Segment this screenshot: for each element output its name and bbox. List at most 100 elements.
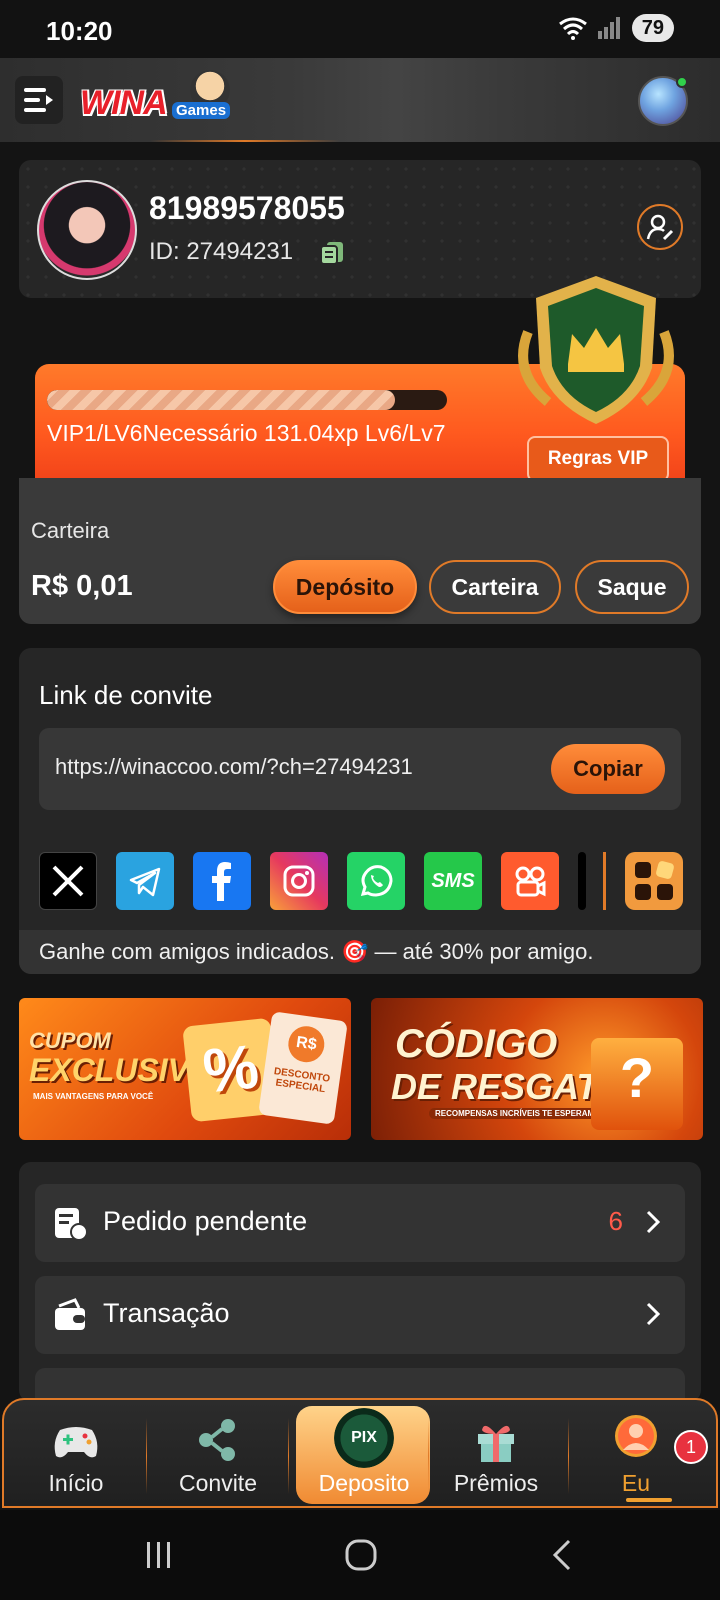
user-avatar[interactable] bbox=[37, 180, 137, 280]
nav-home[interactable]: Início bbox=[6, 1400, 146, 1508]
whatsapp-share-button[interactable] bbox=[347, 852, 405, 910]
instagram-share-button[interactable] bbox=[270, 852, 328, 910]
vip-progress-bar bbox=[47, 390, 447, 410]
more-share-partial[interactable] bbox=[578, 852, 586, 910]
exclusive-coupon-banner[interactable]: CUPOM EXCLUSIVO MAIS VANTAGENS PARA VOCÊ… bbox=[19, 998, 351, 1140]
gamepad-icon bbox=[54, 1427, 98, 1458]
online-indicator bbox=[676, 76, 688, 88]
invite-footer-text: Ganhe com amigos indicados. 🎯 — até 30% … bbox=[19, 930, 701, 974]
system-navigation-bar bbox=[0, 1510, 720, 1600]
telegram-icon bbox=[129, 867, 161, 897]
logo-text: WINA bbox=[80, 84, 168, 122]
menu-icon bbox=[24, 88, 53, 112]
withdraw-button[interactable]: Saque bbox=[575, 560, 689, 614]
user-id: ID: 27494231 bbox=[149, 238, 294, 265]
logo-subtext: Games bbox=[172, 102, 231, 119]
whatsapp-icon bbox=[360, 865, 393, 897]
coupon-ticket-text: DESCONTO ESPECIAL bbox=[273, 1066, 331, 1096]
kwai-icon bbox=[515, 866, 546, 897]
pix-label: PIX bbox=[351, 1429, 377, 1446]
wallet-balance: R$ 0,01 bbox=[31, 570, 133, 602]
deposit-button[interactable]: Depósito bbox=[273, 560, 417, 614]
invite-card: Link de convite https://winaccoo.com/?ch… bbox=[19, 648, 701, 974]
wallet-label: Carteira bbox=[31, 518, 110, 543]
nav-home-label: Início bbox=[48, 1470, 104, 1496]
header-avatar[interactable] bbox=[638, 76, 688, 126]
active-underline bbox=[626, 1498, 672, 1502]
gift-box: ? bbox=[591, 1038, 683, 1130]
nav-invite-label: Convite bbox=[179, 1470, 257, 1496]
vip-progress-fill bbox=[47, 390, 395, 410]
nav-deposit-label: Deposito bbox=[318, 1470, 410, 1496]
nav-separator bbox=[146, 1418, 147, 1494]
status-icons: 79 bbox=[558, 14, 674, 42]
edit-profile-button[interactable] bbox=[637, 204, 683, 250]
coupon-percent: % bbox=[199, 1032, 262, 1107]
app-logo[interactable]: WINA Games bbox=[76, 70, 236, 128]
gift-icon bbox=[478, 1425, 514, 1462]
telegram-share-button[interactable] bbox=[116, 852, 174, 910]
share-icon bbox=[199, 1419, 235, 1461]
status-time: 10:20 bbox=[46, 16, 113, 46]
home-icon[interactable] bbox=[344, 1538, 378, 1572]
vip-rules-button[interactable]: Regras VIP bbox=[527, 436, 669, 478]
transactions-label: Transação bbox=[103, 1298, 230, 1328]
invite-url: https://winaccoo.com/?ch=27494231 bbox=[55, 754, 413, 779]
copy-id-icon[interactable] bbox=[319, 240, 345, 266]
share-divider bbox=[603, 852, 606, 910]
facebook-icon bbox=[212, 862, 231, 901]
pending-order-icon bbox=[55, 1208, 88, 1241]
facebook-share-button[interactable] bbox=[193, 852, 251, 910]
coupon-ticket: R$ DESCONTO ESPECIAL bbox=[258, 1011, 348, 1125]
coupon-sub: MAIS VANTAGENS PARA VOCÊ bbox=[33, 1092, 154, 1101]
copy-link-button[interactable]: Copiar bbox=[551, 744, 665, 794]
notification-badge: 1 bbox=[674, 1430, 708, 1464]
bottom-navigation: Início Convite PIX Deposito Prêmios Eu 1 bbox=[2, 1398, 718, 1508]
recent-apps-icon[interactable] bbox=[144, 1540, 174, 1570]
apps-grid-icon bbox=[635, 861, 674, 900]
redeem-line1: CÓDIGO bbox=[395, 1022, 558, 1066]
signal-icon bbox=[597, 17, 620, 39]
coupon-currency: R$ bbox=[286, 1023, 327, 1065]
redeem-code-banner[interactable]: CÓDIGO DE RESGATE RECOMPENSAS INCRÍVEIS … bbox=[371, 998, 703, 1140]
pix-icon: PIX bbox=[334, 1408, 394, 1468]
nav-rewards-label: Prêmios bbox=[453, 1470, 539, 1496]
more-apps-button[interactable] bbox=[625, 852, 683, 910]
kwai-share-button[interactable] bbox=[501, 852, 559, 910]
nav-me-label: Eu bbox=[621, 1470, 651, 1496]
menu-row-partial[interactable] bbox=[35, 1368, 685, 1402]
wifi-icon bbox=[558, 17, 587, 40]
vip-shield-icon bbox=[518, 276, 674, 424]
account-menu: Pedido pendente 6 Transação bbox=[19, 1162, 701, 1402]
x-icon bbox=[52, 865, 84, 897]
wallet-button[interactable]: Carteira bbox=[429, 560, 561, 614]
edit-profile-icon bbox=[646, 214, 674, 241]
battery-level: 79 bbox=[641, 16, 664, 39]
back-icon[interactable] bbox=[550, 1538, 574, 1572]
redeem-sub: RECOMPENSAS INCRÍVEIS TE ESPERAM! bbox=[429, 1108, 603, 1119]
nav-deposit[interactable]: PIX Deposito bbox=[294, 1400, 434, 1508]
user-profile-icon bbox=[615, 1415, 657, 1457]
pending-orders-count: 6 bbox=[608, 1206, 623, 1236]
nav-rewards[interactable]: Prêmios bbox=[426, 1400, 566, 1508]
x-share-button[interactable] bbox=[39, 852, 97, 910]
redeem-line2: DE RESGATE bbox=[391, 1066, 623, 1107]
transactions-row[interactable]: Transação bbox=[35, 1276, 685, 1354]
invite-title: Link de convite bbox=[39, 680, 213, 710]
wallet-icon bbox=[55, 1298, 85, 1330]
battery-indicator: 79 bbox=[631, 14, 674, 42]
pending-orders-row[interactable]: Pedido pendente 6 bbox=[35, 1184, 685, 1262]
status-bar: 10:20 79 bbox=[0, 0, 720, 58]
nav-invite[interactable]: Convite bbox=[148, 1400, 288, 1508]
vip-progress-text: VIP1/LV6Necessário 131.04xp Lv6/Lv7 bbox=[47, 420, 446, 446]
user-phone: 81989578055 bbox=[149, 190, 345, 226]
instagram-icon bbox=[283, 865, 315, 897]
social-share-row: SMS bbox=[39, 852, 586, 910]
pending-orders-label: Pedido pendente bbox=[103, 1206, 308, 1236]
menu-button[interactable] bbox=[15, 76, 63, 124]
chevron-right-icon bbox=[646, 1210, 661, 1234]
invite-link-box: https://winaccoo.com/?ch=27494231 Copiar bbox=[39, 728, 681, 810]
coupon-line1: CUPOM bbox=[29, 1028, 111, 1053]
sms-share-button[interactable]: SMS bbox=[424, 852, 482, 910]
app-header: WINA Games bbox=[0, 58, 720, 142]
